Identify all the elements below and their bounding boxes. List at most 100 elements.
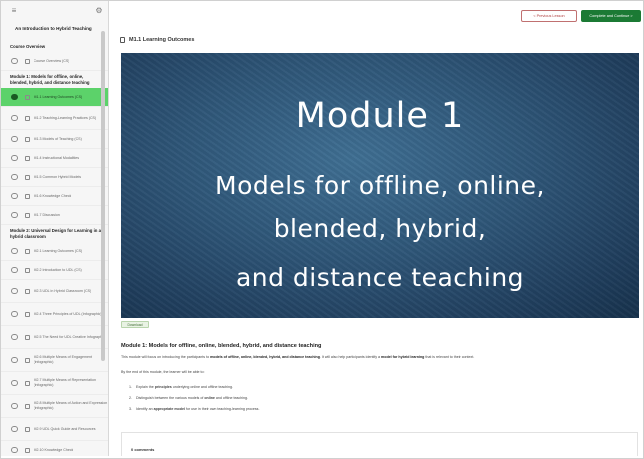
module-heading: Module 1: Models for offline, online, bl… bbox=[121, 343, 322, 349]
completion-circle-icon bbox=[11, 310, 18, 318]
list-number: 3. bbox=[129, 406, 132, 411]
list-number: 2. bbox=[129, 395, 132, 400]
document-icon bbox=[24, 193, 30, 199]
text-span: Identify an bbox=[136, 406, 153, 411]
completion-circle-icon bbox=[11, 356, 18, 364]
previous-lesson-button[interactable]: < Previous Lesson bbox=[521, 10, 577, 22]
lesson-toolbar: < Previous Lesson Complete and Continue … bbox=[109, 1, 642, 31]
completion-circle-icon bbox=[11, 402, 18, 410]
sidebar-lesson-item[interactable]: M1.6 Knowledge Check bbox=[1, 187, 108, 206]
completion-circle-icon bbox=[11, 173, 18, 181]
completion-circle-icon bbox=[11, 211, 18, 219]
text-span: Explain the bbox=[136, 384, 154, 389]
text-span: that is relevant to their context. bbox=[424, 355, 475, 359]
lesson-label: M1.7 Discussion bbox=[33, 212, 60, 217]
document-icon bbox=[24, 447, 30, 453]
completion-circle-icon bbox=[11, 287, 18, 295]
lesson-label: M2.4 Three Principles of UDL (Infographi… bbox=[33, 311, 102, 316]
completion-circle-icon bbox=[11, 425, 18, 433]
sidebar-toolbar: ≡ ⚙ bbox=[1, 1, 108, 21]
module-banner-image: Module 1 Models for offline, online, ble… bbox=[121, 53, 639, 318]
sidebar-lesson-item[interactable]: M2.3 UDL in Hybrid Classroom (CS) bbox=[1, 280, 108, 303]
completion-circle-icon bbox=[11, 266, 18, 274]
sidebar-lesson-item[interactable]: M2.4 Three Principles of UDL (Infographi… bbox=[1, 303, 108, 326]
bold-span: online bbox=[204, 395, 215, 400]
document-icon bbox=[120, 37, 125, 43]
document-icon bbox=[24, 212, 30, 218]
document-icon bbox=[24, 311, 30, 317]
text-span: . It will also help participants identif… bbox=[319, 355, 382, 359]
completion-circle-icon bbox=[11, 57, 18, 65]
completion-circle-icon bbox=[11, 379, 18, 387]
sidebar-lesson-item[interactable]: M2.5 The Need for UDL Creative Infograph… bbox=[1, 326, 108, 349]
lesson-label: Course Overview (CS) bbox=[33, 58, 70, 63]
lesson-label: M1.3 Models of Teaching (CS) bbox=[33, 136, 82, 141]
document-icon bbox=[24, 174, 30, 180]
lesson-label: M2.9 UDL Quick Guide and Resources bbox=[33, 426, 96, 431]
sidebar-lesson-item[interactable]: M2.10 Knowledge Check bbox=[1, 441, 108, 456]
lesson-label: M1.1 Learning Outcomes (CS) bbox=[33, 94, 83, 99]
lesson-label: M1.2 Teaching-Learning Practices (CS) bbox=[33, 115, 97, 120]
sidebar-lesson-item[interactable]: Course Overview (CS) bbox=[1, 52, 108, 71]
list-item: 2. Distinguish between the various models… bbox=[129, 392, 259, 403]
sidebar-lesson-item[interactable]: M2.1 Learning Outcomes (CS) bbox=[1, 242, 108, 261]
lesson-label: M2.2 Introduction to UDL (CS) bbox=[33, 267, 82, 272]
document-icon bbox=[24, 248, 30, 254]
gear-icon[interactable]: ⚙ bbox=[95, 7, 103, 15]
text-span: This module will focus on introducing th… bbox=[121, 355, 211, 359]
complete-and-continue-button[interactable]: Complete and Continue > bbox=[581, 10, 641, 22]
completion-circle-icon bbox=[11, 114, 18, 122]
text-span: Distinguish between the various models o… bbox=[136, 395, 204, 400]
sidebar-lesson-item[interactable]: M2.7 Multiple Means of Representation (i… bbox=[1, 372, 108, 395]
section-title-overview: Course Overview bbox=[10, 44, 46, 49]
sidebar-lesson-item[interactable]: M2.2 Introduction to UDL (CS) bbox=[1, 261, 108, 280]
module-description: This module will focus on introducing th… bbox=[121, 355, 636, 360]
sidebar-lesson-item[interactable]: M1.5 Common Hybrid Models bbox=[1, 168, 108, 187]
banner-line: and distance teaching bbox=[235, 263, 525, 292]
lesson-label: M2.3 UDL in Hybrid Classroom (CS) bbox=[33, 288, 92, 293]
lesson-label: M2.1 Learning Outcomes (CS) bbox=[33, 248, 83, 253]
text-span: for use in their own teaching-learning p… bbox=[185, 406, 260, 411]
bold-span: principles bbox=[154, 384, 172, 389]
document-icon bbox=[24, 115, 30, 121]
bold-span: model for hybrid learning bbox=[381, 355, 425, 359]
sidebar-lesson-item[interactable]: M1.3 Models of Teaching (CS) bbox=[1, 130, 108, 149]
lesson-label: M2.10 Knowledge Check bbox=[33, 447, 74, 452]
text-span: and offline teaching. bbox=[215, 395, 249, 400]
completion-circle-icon bbox=[11, 135, 18, 143]
lesson-label: M2.6 Multiple Means of Engagement (infog… bbox=[33, 355, 93, 364]
outcomes-intro: By the end of this module, the learner w… bbox=[121, 370, 205, 374]
banner-line: blended, hybrid, bbox=[273, 214, 487, 243]
completion-circle-icon bbox=[11, 192, 18, 200]
sidebar-lesson-item[interactable]: M1.7 Discussion bbox=[1, 206, 108, 225]
sidebar-lesson-item[interactable]: M2.9 UDL Quick Guide and Resources bbox=[1, 418, 108, 441]
download-badge[interactable]: Download bbox=[121, 321, 149, 328]
document-icon bbox=[24, 58, 30, 64]
list-number: 1. bbox=[129, 384, 132, 389]
outcomes-list: 1. Explain the principles underlying onli… bbox=[129, 381, 259, 414]
sidebar-lesson-item[interactable]: M1.1 Learning Outcomes (CS) bbox=[1, 88, 108, 107]
completion-circle-icon bbox=[11, 154, 18, 162]
comments-count[interactable]: 0 comments bbox=[131, 447, 154, 452]
course-title: An Introduction to Hybrid Teaching bbox=[15, 26, 92, 31]
bold-span: models of offline, online, blended, hybr… bbox=[210, 355, 320, 359]
document-icon bbox=[24, 155, 30, 161]
menu-icon[interactable]: ≡ bbox=[10, 7, 18, 15]
sidebar-lesson-item[interactable]: M1.2 Teaching-Learning Practices (CS) bbox=[1, 107, 108, 130]
sidebar-lesson-item[interactable]: M2.6 Multiple Means of Engagement (infog… bbox=[1, 349, 108, 372]
sidebar-lesson-item[interactable]: M1.4 Instructional Modalities bbox=[1, 149, 108, 168]
bold-span: appropriate model bbox=[153, 406, 185, 411]
lesson-title: M1.1 Learning Outcomes bbox=[120, 35, 194, 45]
list-item: 3. Identify an appropriate model for use … bbox=[129, 403, 259, 414]
completion-circle-icon bbox=[11, 333, 18, 341]
banner-line: Models for offline, online, bbox=[215, 171, 545, 200]
document-icon bbox=[24, 136, 30, 142]
text-span: underlying online and offline teaching. bbox=[172, 384, 234, 389]
lesson-label: M1.6 Knowledge Check bbox=[33, 193, 72, 198]
document-icon bbox=[24, 288, 30, 294]
document-icon bbox=[24, 357, 30, 363]
comments-section: 0 comments bbox=[121, 432, 638, 456]
lesson-label: M1.4 Instructional Modalities bbox=[33, 155, 80, 160]
sidebar-lesson-item[interactable]: M2.8 Multiple Means of Action and Expres… bbox=[1, 395, 108, 418]
sidebar-scrollbar[interactable] bbox=[101, 31, 105, 361]
